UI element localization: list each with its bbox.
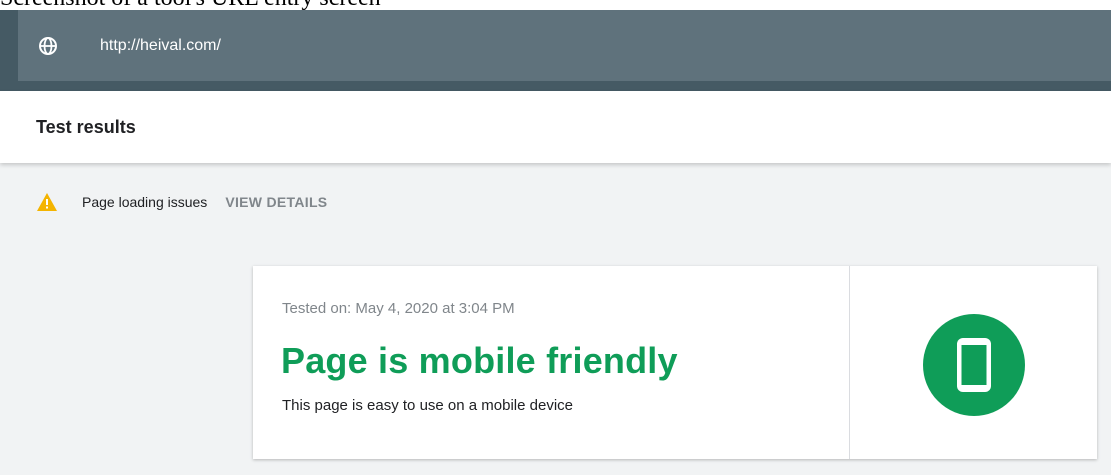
card-divider: [849, 266, 850, 459]
warning-icon: [36, 192, 58, 212]
result-summary: Tested on: May 4, 2020 at 3:04 PM Page i…: [253, 266, 849, 459]
view-details-link[interactable]: VIEW DETAILS: [225, 194, 327, 210]
url-text: http://heival.com/: [100, 36, 221, 54]
issue-label: Page loading issues: [82, 194, 208, 210]
top-caption: Screenshot of a tool's URL entry screen: [0, 0, 1111, 10]
tested-on-timestamp: Tested on: May 4, 2020 at 3:04 PM: [282, 300, 515, 317]
page-loading-issues-row: Page loading issues VIEW DETAILS: [36, 190, 327, 214]
page-title: Test results: [36, 117, 136, 137]
result-card: Tested on: May 4, 2020 at 3:04 PM Page i…: [253, 266, 1097, 459]
results-header: Test results: [0, 91, 1111, 163]
mobile-phone-icon: [923, 314, 1025, 416]
result-description: This page is easy to use on a mobile dev…: [282, 397, 573, 414]
globe-icon: [38, 36, 58, 56]
url-input[interactable]: http://heival.com/: [18, 10, 1111, 81]
result-headline: Page is mobile friendly: [281, 340, 678, 381]
url-bar: http://heival.com/: [0, 10, 1111, 91]
